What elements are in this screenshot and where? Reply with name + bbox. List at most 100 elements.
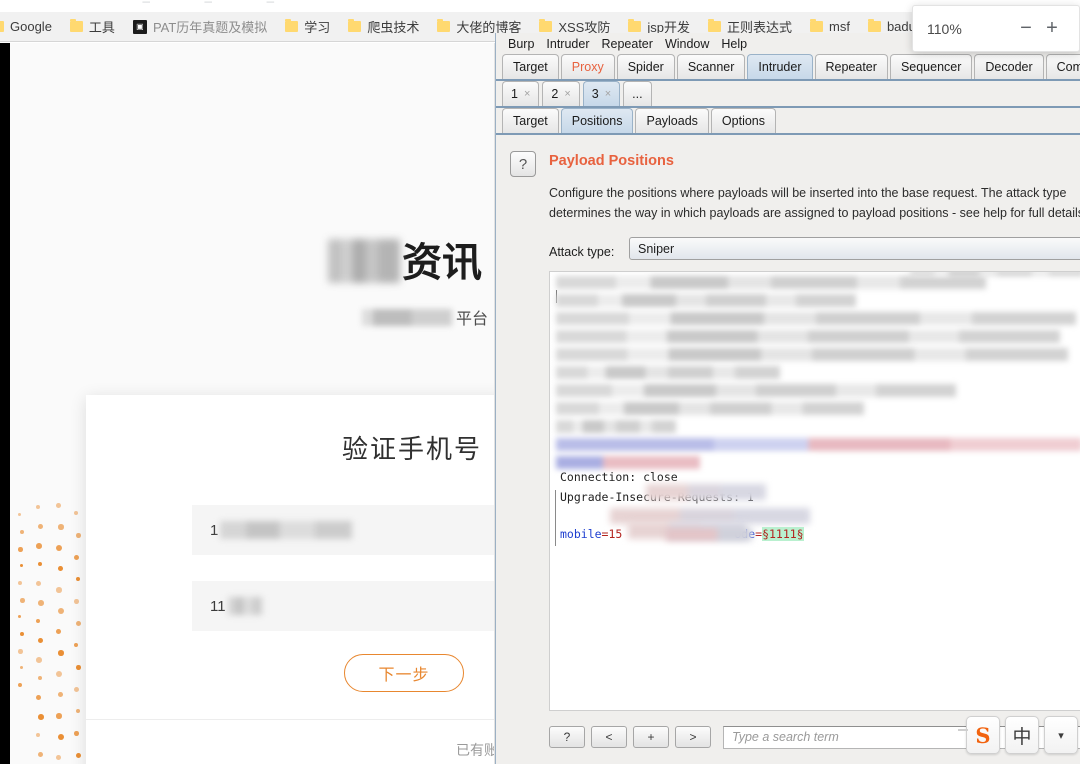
tab-label: Comparer — [1056, 60, 1080, 74]
site-logo-text: 资讯 — [402, 240, 482, 286]
subtab-positions[interactable]: Positions — [560, 108, 634, 133]
site-subtitle: 平台 — [362, 305, 488, 329]
panel-title: Payload Positions — [549, 153, 674, 169]
decorative-dot — [56, 755, 61, 760]
tab-repeater[interactable]: Repeater — [814, 54, 888, 79]
tab-label: Sequencer — [900, 60, 962, 74]
next-button[interactable]: > — [675, 726, 711, 748]
subtab-payloads[interactable]: Payloads — [635, 108, 709, 133]
tab-decoder[interactable]: Decoder — [974, 54, 1044, 79]
decorative-dot — [36, 619, 41, 624]
close-icon[interactable]: × — [605, 86, 611, 102]
attack-tab-2[interactable]: 2 × — [542, 81, 580, 106]
bookmark-label: PAT历年真题及模拟 — [152, 20, 268, 35]
zoom-out-button[interactable]: − — [1013, 16, 1039, 42]
sogou-logo-icon[interactable]: S — [966, 716, 1000, 754]
decorative-dot — [76, 753, 82, 759]
decorative-dot — [76, 621, 82, 627]
bookmark-label: msf — [829, 19, 850, 34]
redacted-request-line — [556, 402, 864, 415]
close-icon[interactable]: × — [524, 86, 530, 102]
existing-account-link[interactable]: 已有账号 — [86, 740, 512, 760]
menu-burp[interactable]: Burp — [502, 35, 540, 53]
page-title: 验证手机号 — [341, 435, 482, 465]
attack-tab--[interactable]: ... — [623, 81, 652, 106]
burp-positions-panel: ? Payload Positions Configure the positi… — [496, 135, 1080, 752]
previous-button[interactable]: < — [591, 726, 627, 748]
decorative-dot — [56, 545, 63, 552]
folder-icon — [539, 19, 553, 32]
mobile-value-redacted — [220, 521, 353, 539]
menu-help[interactable]: Help — [715, 35, 753, 53]
tab-label: Payloads — [646, 114, 698, 128]
decorative-dot — [18, 683, 22, 687]
attack-tab-3[interactable]: 3 × — [582, 81, 621, 106]
zoom-popup: 110% − + — [912, 5, 1080, 52]
tab-label: Proxy — [571, 60, 604, 74]
decorative-dot — [74, 511, 78, 515]
menu-intruder[interactable]: Intruder — [540, 35, 595, 53]
decorative-dot — [36, 505, 41, 510]
close-icon[interactable]: × — [564, 86, 570, 102]
bookmark-item[interactable]: Google — [0, 12, 61, 41]
ime-language-mode-button[interactable]: 中 — [1005, 716, 1039, 754]
zoom-in-button[interactable]: + — [1039, 16, 1065, 42]
request-header-line: Connection: close — [560, 470, 678, 484]
add-button[interactable]: + — [633, 726, 669, 748]
decorative-dot — [18, 547, 23, 552]
tab-label: Target — [513, 60, 548, 74]
ime-more-button[interactable]: ▾ — [1044, 716, 1078, 754]
help-icon[interactable]: ? — [510, 151, 536, 177]
tab-scanner[interactable]: Scanner — [676, 54, 746, 79]
decorative-dot — [38, 638, 43, 643]
bookmark-item[interactable]: 爬虫技术 — [339, 12, 428, 41]
tab-label: Repeater — [825, 60, 877, 74]
tab-comparer[interactable]: Comparer — [1045, 54, 1080, 79]
bookmark-label: 爬虫技术 — [367, 20, 420, 35]
decorative-dot — [38, 600, 44, 606]
decorative-dot — [76, 709, 80, 713]
tab-label: Positions — [571, 114, 623, 128]
decorative-dot — [18, 649, 23, 654]
tab-sequencer[interactable]: Sequencer — [889, 54, 973, 79]
attack-type-select[interactable]: Sniper — [629, 237, 1080, 260]
bookmark-item[interactable]: 学习 — [276, 12, 339, 41]
menu-repeater[interactable]: Repeater — [596, 35, 659, 53]
next-step-button[interactable]: 下一步 — [344, 654, 464, 692]
menu-window[interactable]: Window — [659, 35, 715, 53]
verification-code-value: 11 — [192, 597, 262, 615]
bookmark-item[interactable]: 工具 — [61, 12, 124, 41]
subtab-options[interactable]: Options — [710, 108, 777, 133]
help-button[interactable]: ? — [549, 726, 585, 748]
site-subtitle-redacted — [362, 308, 452, 326]
bookmark-item[interactable]: ▣ PAT历年真题及模拟 — [124, 12, 276, 41]
tab-target[interactable]: Target — [502, 54, 559, 79]
tab-spider[interactable]: Spider — [616, 54, 675, 79]
folder-icon — [0, 21, 4, 32]
request-editor[interactable]: Connection: close Upgrade-Insecure-Reque… — [549, 271, 1080, 711]
redacted-request-line — [556, 384, 956, 397]
site-subtitle-text: 平台 — [456, 311, 489, 328]
redacted-request-line — [556, 330, 1060, 343]
decorative-dot — [76, 665, 81, 670]
decorative-dot — [58, 650, 64, 656]
subtab-target[interactable]: Target — [502, 108, 559, 133]
tab-label: Target — [513, 114, 548, 128]
bookmark-label: 学习 — [304, 20, 331, 35]
decorative-dot — [36, 581, 41, 586]
decorative-dot — [38, 714, 44, 720]
redacted-request-line — [556, 276, 986, 289]
attack-tab-1[interactable]: 1 × — [502, 81, 540, 106]
mobile-input[interactable]: 1 — [192, 505, 530, 555]
decorative-dot — [56, 671, 63, 678]
tab-intruder[interactable]: Intruder — [747, 54, 813, 79]
verification-code-input[interactable]: 11 — [192, 581, 530, 631]
folder-icon — [707, 19, 721, 32]
tab-label: 1 — [511, 87, 518, 101]
decorative-dot — [38, 524, 43, 529]
code-value-redacted — [227, 597, 262, 615]
tab-proxy[interactable]: Proxy — [560, 54, 615, 79]
decorative-dot — [20, 564, 24, 568]
card-divider — [86, 719, 506, 720]
redacted-request-line — [556, 312, 1076, 325]
